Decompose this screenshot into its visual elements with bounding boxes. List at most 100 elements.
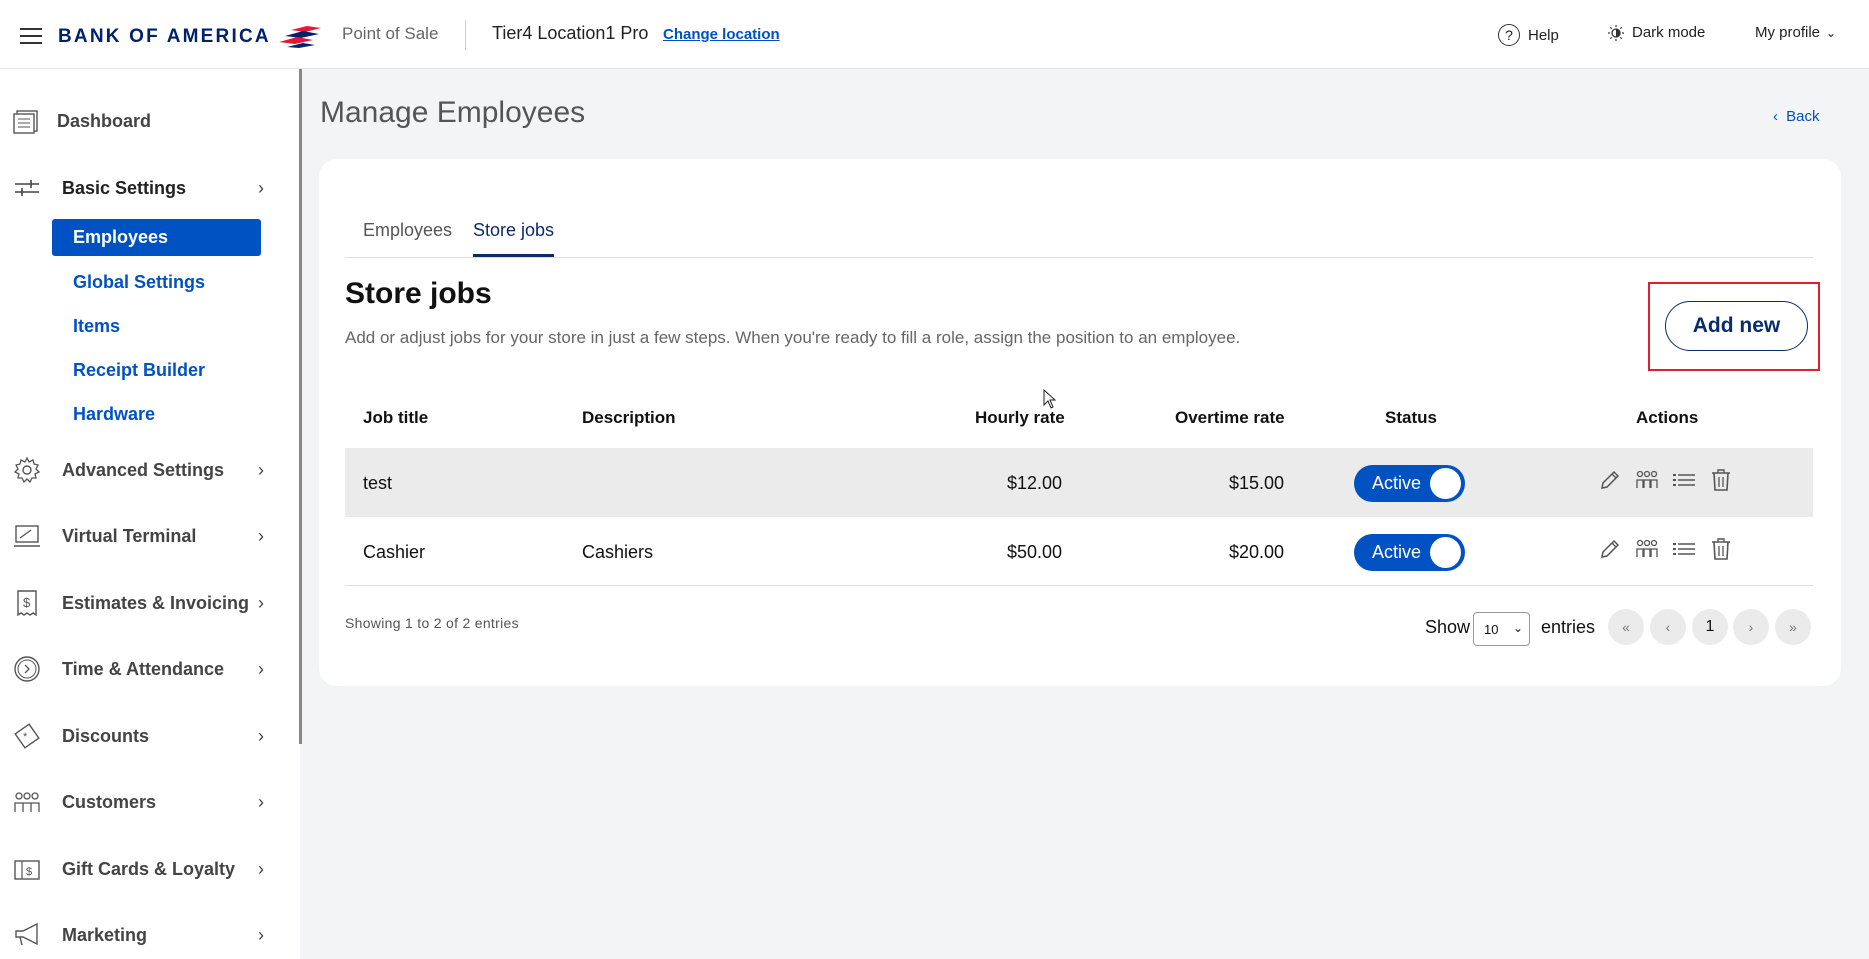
first-page-button[interactable]: « — [1608, 609, 1644, 645]
page-1-button[interactable]: 1 — [1692, 609, 1728, 645]
edit-pencil-icon[interactable] — [1597, 467, 1623, 493]
assign-employees-icon[interactable] — [1634, 467, 1660, 493]
sidebar-scrollbar[interactable] — [299, 69, 302, 744]
sidebar-subitem-receipt-builder[interactable]: Receipt Builder — [52, 352, 261, 389]
help-label: Help — [1528, 26, 1559, 44]
invoice-icon: $ — [12, 588, 42, 618]
sidebar-item-label: Virtual Terminal — [62, 525, 197, 546]
sidebar-item-advanced-settings[interactable]: Advanced Settings › — [0, 450, 290, 490]
sidebar-item-label: Dashboard — [57, 110, 152, 131]
flag-logo-icon — [278, 26, 321, 48]
overtime-rate-cell: $20.00 — [1229, 542, 1285, 562]
toggle-knob — [1430, 468, 1461, 499]
sidebar-item-gift-cards-loyalty[interactable]: $ Gift Cards & Loyalty › — [0, 849, 290, 889]
sidebar-item-label: Time & Attendance — [62, 658, 225, 679]
sidebar-item-customers[interactable]: Customers › — [0, 782, 290, 822]
subitem-label: Hardware — [73, 404, 156, 424]
prev-page-button[interactable]: ‹ — [1650, 609, 1686, 645]
dark-mode-toggle[interactable]: Dark mode — [1608, 24, 1705, 41]
toggle-knob — [1430, 537, 1461, 568]
column-header-hourly-rate: Hourly rate — [975, 408, 1065, 427]
help-button[interactable]: ? Help — [1498, 24, 1559, 46]
help-icon: ? — [1498, 24, 1520, 46]
hourly-rate-cell: $50.00 — [1007, 542, 1063, 562]
profile-label: My profile — [1755, 24, 1821, 41]
page-title: Manage Employees — [320, 96, 586, 129]
sliders-icon — [12, 173, 42, 203]
sidebar-item-dashboard[interactable]: Dashboard — [0, 101, 290, 141]
sidebar-item-virtual-terminal[interactable]: Virtual Terminal › — [0, 516, 290, 556]
sidebar-subitem-hardware[interactable]: Hardware — [52, 396, 261, 433]
current-location: Tier4 Location1 Pro — [492, 23, 649, 43]
status-label: Active — [1372, 542, 1422, 562]
sidebar-subitem-employees[interactable]: Employees — [52, 219, 261, 256]
back-label: Back — [1786, 108, 1820, 125]
sidebar-subitem-global-settings[interactable]: Global Settings — [52, 264, 261, 301]
job-title-cell: Cashier — [363, 542, 426, 562]
change-location-link[interactable]: Change location — [663, 26, 780, 43]
status-label: Active — [1372, 473, 1422, 493]
sidebar-item-discounts[interactable]: * Discounts › — [0, 716, 290, 756]
sidebar-item-time-attendance[interactable]: Time & Attendance › — [0, 649, 290, 689]
terminal-icon — [12, 521, 42, 551]
tag-icon: * — [12, 721, 42, 751]
edit-pencil-icon[interactable] — [1597, 536, 1623, 562]
chevron-left-icon: ‹ — [1773, 108, 1778, 125]
tab-bar: Employees Store jobs — [345, 218, 1813, 258]
hamburger-menu-icon[interactable] — [20, 28, 42, 44]
page-size-select[interactable]: 10 ⌄ — [1473, 612, 1530, 646]
svg-text:$: $ — [23, 595, 31, 610]
tab-store-jobs[interactable]: Store jobs — [473, 220, 555, 257]
sidebar-item-marketing[interactable]: Marketing › — [0, 915, 290, 955]
section-title: Store jobs — [345, 277, 492, 310]
trash-icon[interactable] — [1708, 536, 1734, 562]
subitem-label: Receipt Builder — [73, 360, 206, 380]
entries-label: entries — [1541, 617, 1596, 637]
brand-name: BANK OF AMERICA — [58, 26, 271, 47]
sidebar-subitem-items[interactable]: Items — [52, 308, 261, 345]
sun-icon — [1608, 24, 1624, 41]
chevron-right-icon: › — [258, 858, 264, 879]
status-toggle[interactable]: Active — [1354, 465, 1465, 502]
last-page-button[interactable]: » — [1775, 609, 1811, 645]
column-header-job-title: Job title — [363, 408, 429, 427]
show-label: Show — [1425, 617, 1471, 637]
bank-logo[interactable]: BANK OF AMERICA — [58, 26, 323, 48]
chevron-right-icon: › — [258, 592, 264, 613]
row-divider — [345, 585, 1813, 586]
table-row — [345, 517, 1813, 586]
app-name: Point of Sale — [342, 24, 439, 43]
assign-employees-icon[interactable] — [1634, 536, 1660, 562]
list-icon[interactable] — [1671, 467, 1697, 493]
my-profile-menu[interactable]: My profile ⌄ — [1755, 24, 1836, 41]
sidebar-item-estimates-invoicing[interactable]: $ Estimates & Invoicing › — [0, 583, 290, 623]
mouse-cursor-icon — [1043, 389, 1057, 409]
back-link[interactable]: ‹ Back — [1773, 108, 1820, 125]
subitem-label: Global Settings — [73, 272, 206, 292]
column-header-actions: Actions — [1636, 408, 1699, 427]
add-new-button[interactable]: Add new — [1665, 301, 1808, 351]
tab-employees[interactable]: Employees — [363, 220, 452, 257]
column-header-description: Description — [582, 408, 676, 427]
job-title-cell: test — [363, 473, 393, 493]
clock-icon — [12, 654, 42, 684]
hourly-rate-cell: $12.00 — [1007, 473, 1063, 493]
sidebar-item-label: Advanced Settings — [62, 459, 225, 480]
chevron-right-icon: › — [258, 459, 264, 480]
subitem-label: Employees — [73, 227, 169, 247]
trash-icon[interactable] — [1708, 467, 1734, 493]
chevron-right-icon: › — [258, 658, 264, 679]
chevron-right-icon: › — [258, 525, 264, 546]
megaphone-icon — [12, 920, 42, 950]
sidebar-item-label: Marketing — [62, 924, 148, 945]
list-icon[interactable] — [1671, 536, 1697, 562]
chevron-down-icon: ⌄ — [1512, 621, 1523, 635]
section-description: Add or adjust jobs for your store in jus… — [345, 328, 1241, 347]
overtime-rate-cell: $15.00 — [1229, 473, 1285, 493]
chevron-right-icon: › — [258, 924, 264, 945]
next-page-button[interactable]: › — [1733, 609, 1769, 645]
sidebar-item-label: Discounts — [62, 725, 150, 746]
sidebar-item-basic-settings[interactable]: Basic Settings › — [0, 168, 290, 208]
top-bar: BANK OF AMERICA Point of Sale Tier4 Loca… — [0, 0, 1869, 69]
status-toggle[interactable]: Active — [1354, 534, 1465, 571]
